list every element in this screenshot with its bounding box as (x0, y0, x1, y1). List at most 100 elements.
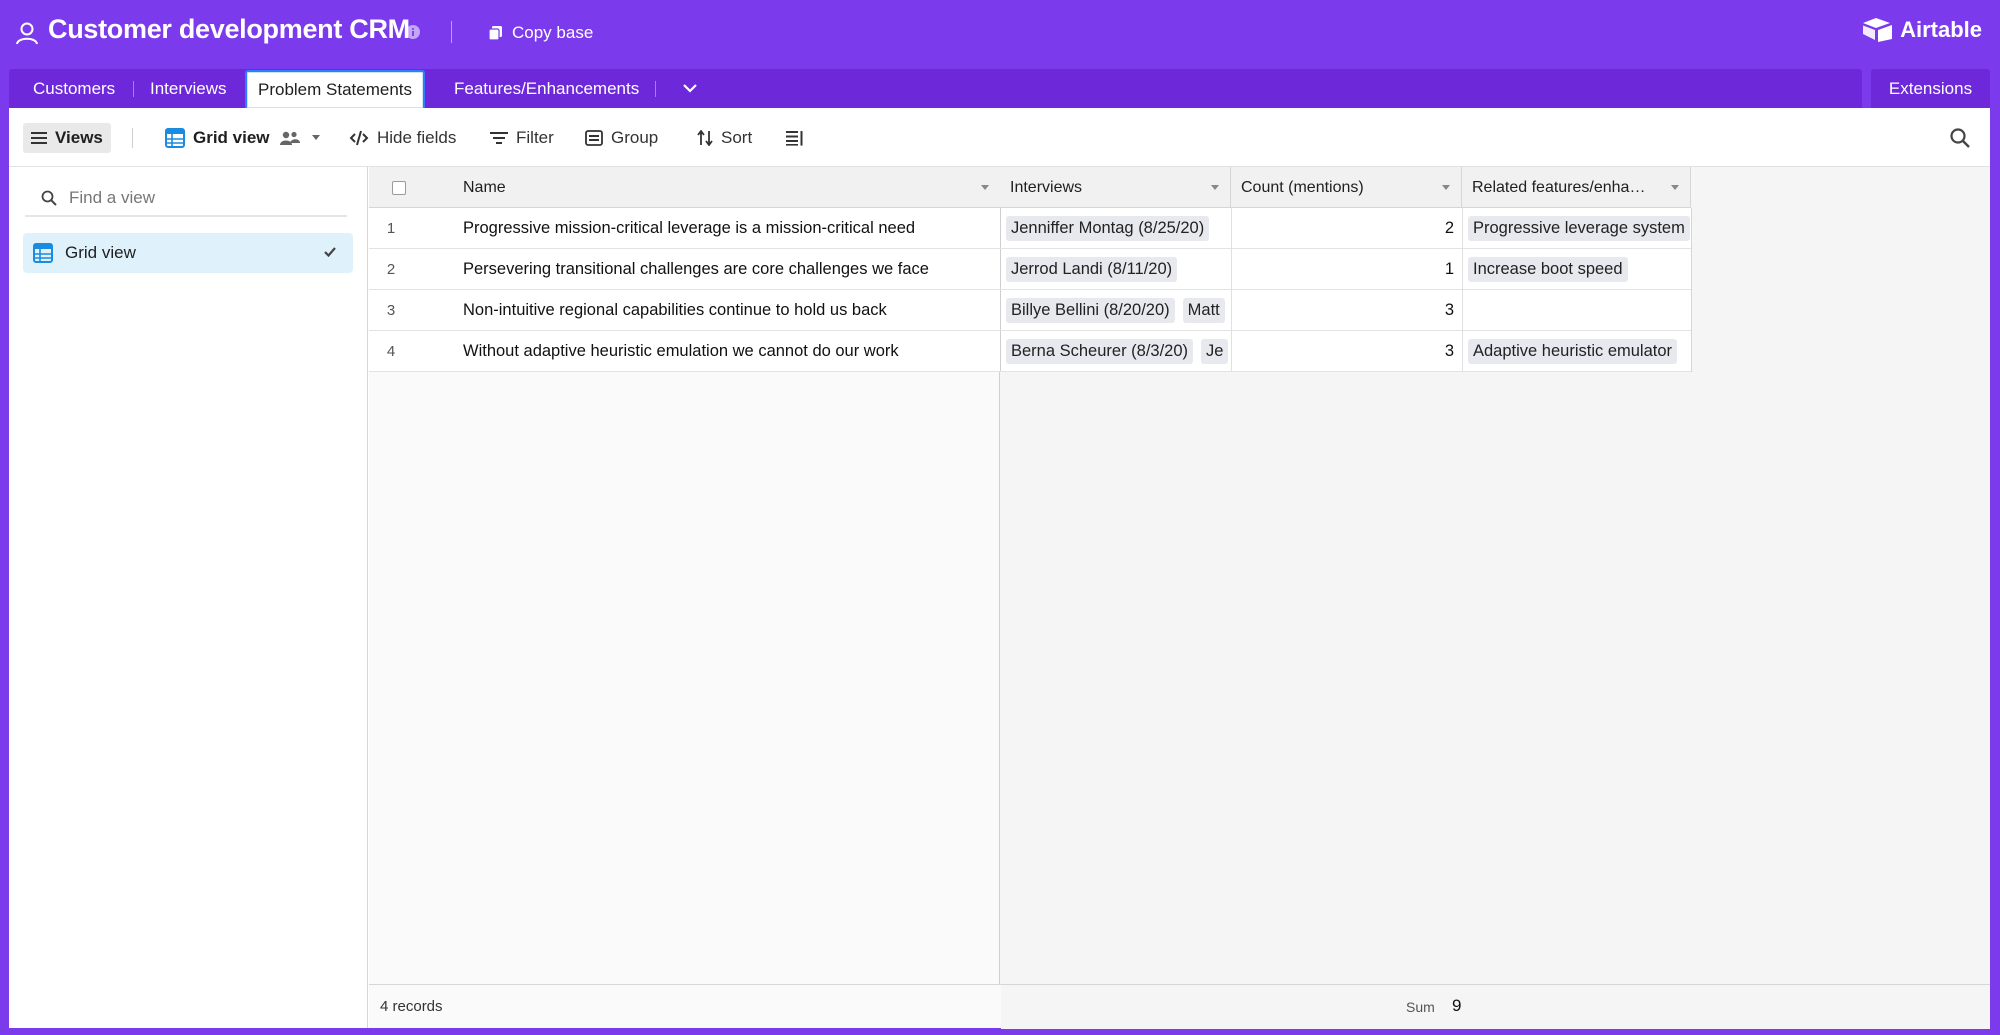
chevron-down-icon (683, 84, 697, 93)
views-button[interactable]: Views (23, 123, 111, 153)
search-icon[interactable] (1948, 126, 1972, 150)
airtable-logo-icon (1863, 18, 1893, 42)
cell-interviews[interactable]: Jerrod Landi (8/11/20) (1000, 249, 1231, 289)
cell-interviews[interactable]: Jenniffer Montag (8/25/20) (1000, 208, 1225, 248)
hamburger-icon (31, 132, 47, 144)
view-toolbar: Views Grid view Hide fields Filter Group… (9, 108, 1990, 167)
table-row[interactable]: 4 Without adaptive heuristic emulation w… (369, 331, 1691, 372)
summary-bar-right (1001, 985, 1990, 1029)
cell-name[interactable]: Non-intuitive regional capabilities cont… (463, 290, 999, 330)
table-row[interactable]: 3 Non-intuitive regional capabilities co… (369, 290, 1691, 331)
user-icon[interactable] (14, 20, 40, 46)
linked-record-chip[interactable]: Increase boot speed (1468, 256, 1628, 282)
cell-name[interactable]: Persevering transitional challenges are … (463, 249, 999, 289)
row-number: 4 (386, 342, 396, 360)
caret-down-icon[interactable] (980, 184, 990, 191)
cell-count[interactable]: 1 (1232, 249, 1462, 289)
caret-down-icon[interactable] (1441, 184, 1451, 191)
grid-icon (33, 243, 53, 263)
select-all-checkbox[interactable] (392, 180, 406, 195)
linked-record-chip[interactable]: Billye Bellini (8/20/20) (1006, 297, 1175, 323)
grid-view-switcher[interactable]: Grid view (157, 123, 330, 153)
search-icon (41, 190, 57, 206)
tab-separator (655, 81, 656, 97)
column-header-label: Interviews (1010, 178, 1083, 196)
group-icon (585, 130, 603, 146)
row-number: 2 (386, 260, 396, 278)
column-header-label: Name (463, 178, 506, 196)
linked-record-chip[interactable]: Progressive leverage system (1468, 215, 1690, 241)
copy-base-button[interactable]: Copy base (488, 18, 593, 48)
sort-icon (697, 130, 713, 146)
find-view-field[interactable] (25, 181, 347, 217)
hide-fields-icon (349, 130, 369, 146)
linked-record-chip[interactable]: Jenniffer Montag (8/25/20) (1006, 215, 1210, 241)
filter-label: Filter (516, 128, 554, 147)
cell-count[interactable]: 2 (1232, 208, 1462, 248)
linked-record-chip[interactable]: Berna Scheurer (8/3/20) (1006, 338, 1194, 364)
main-panel: Views Grid view Hide fields Filter Group… (9, 108, 1990, 1029)
sidebar-view-grid-view[interactable]: Grid view (23, 233, 353, 273)
sum-value[interactable]: 9 (1452, 996, 1461, 1016)
tab-interviews[interactable]: Interviews (139, 69, 238, 108)
cell-related-features[interactable]: Progressive leverage system (1463, 208, 1691, 248)
grid-header-row: Name Interviews Count (mentions) Related… (369, 167, 1691, 208)
check-icon (324, 247, 336, 258)
record-count: 4 records (380, 998, 443, 1015)
table-row[interactable]: 1 Progressive mission-critical leverage … (369, 208, 1691, 249)
column-header-related-features[interactable]: Related features/enha… (1463, 167, 1691, 208)
caret-down-icon[interactable] (1670, 184, 1680, 191)
cell-interviews[interactable]: Billye Bellini (8/20/20) Matt (1000, 290, 1231, 330)
cell-name[interactable]: Without adaptive heuristic emulation we … (463, 331, 999, 371)
info-icon[interactable] (405, 24, 421, 40)
column-divider (1462, 208, 1463, 372)
sort-label: Sort (721, 128, 753, 147)
column-header-name[interactable]: Name (454, 167, 1000, 208)
sidebar-view-label: Grid view (65, 243, 136, 262)
top-bar: Customer development CRM Copy base Airta… (0, 0, 2000, 66)
grid-summary-bar: 4 records Sum 9 (369, 984, 1990, 1029)
extensions-button[interactable]: Extensions (1871, 69, 1990, 108)
column-divider (1231, 208, 1232, 372)
linked-record-chip[interactable]: Adaptive heuristic emulator (1468, 338, 1678, 364)
filter-icon (490, 132, 508, 144)
column-header-count[interactable]: Count (mentions) (1232, 167, 1462, 208)
base-title[interactable]: Customer development CRM (48, 14, 410, 45)
grid-icon (165, 128, 185, 148)
group-button[interactable]: Group (577, 123, 666, 153)
filter-button[interactable]: Filter (482, 123, 562, 153)
more-tables-button[interactable] (673, 73, 707, 103)
column-header-interviews[interactable]: Interviews (1001, 167, 1231, 208)
cell-interviews[interactable]: Berna Scheurer (8/3/20) Je (1000, 331, 1231, 371)
toolbar-separator (132, 128, 133, 148)
linked-record-chip[interactable]: Matt (1182, 297, 1225, 323)
cell-related-features[interactable] (1463, 290, 1691, 330)
airtable-brand[interactable]: Airtable (1862, 17, 1982, 43)
caret-down-icon[interactable] (1210, 184, 1220, 191)
linked-record-chip[interactable]: Jerrod Landi (8/11/20) (1006, 256, 1178, 282)
find-view-input[interactable] (69, 188, 329, 208)
table-row[interactable]: 2 Persevering transitional challenges ar… (369, 249, 1691, 290)
tab-features-enhancements[interactable]: Features/Enhancements (443, 69, 650, 108)
cell-related-features[interactable]: Adaptive heuristic emulator (1463, 331, 1691, 371)
hide-fields-button[interactable]: Hide fields (341, 123, 464, 153)
group-label: Group (611, 128, 659, 147)
row-number: 3 (386, 301, 396, 319)
tab-problem-statements[interactable]: Problem Statements (245, 70, 426, 108)
row-height-button[interactable] (778, 123, 812, 153)
sort-button[interactable]: Sort (689, 123, 760, 153)
cell-name[interactable]: Progressive mission-critical leverage is… (463, 208, 999, 248)
caret-down-icon (311, 135, 320, 140)
top-divider (451, 21, 452, 43)
tab-customers[interactable]: Customers (22, 69, 126, 108)
sum-label[interactable]: Sum (1406, 999, 1435, 1015)
cell-count[interactable]: 3 (1232, 331, 1462, 371)
cell-related-features[interactable]: Increase boot speed (1463, 249, 1691, 289)
copy-icon (488, 26, 502, 41)
brand-label: Airtable (1900, 17, 1982, 42)
linked-record-chip[interactable]: Je (1201, 338, 1229, 364)
copy-base-label: Copy base (512, 23, 594, 42)
cell-count[interactable]: 3 (1232, 290, 1462, 330)
row-number: 1 (386, 219, 396, 237)
records-grid: Name Interviews Count (mentions) Related… (369, 167, 1990, 1029)
